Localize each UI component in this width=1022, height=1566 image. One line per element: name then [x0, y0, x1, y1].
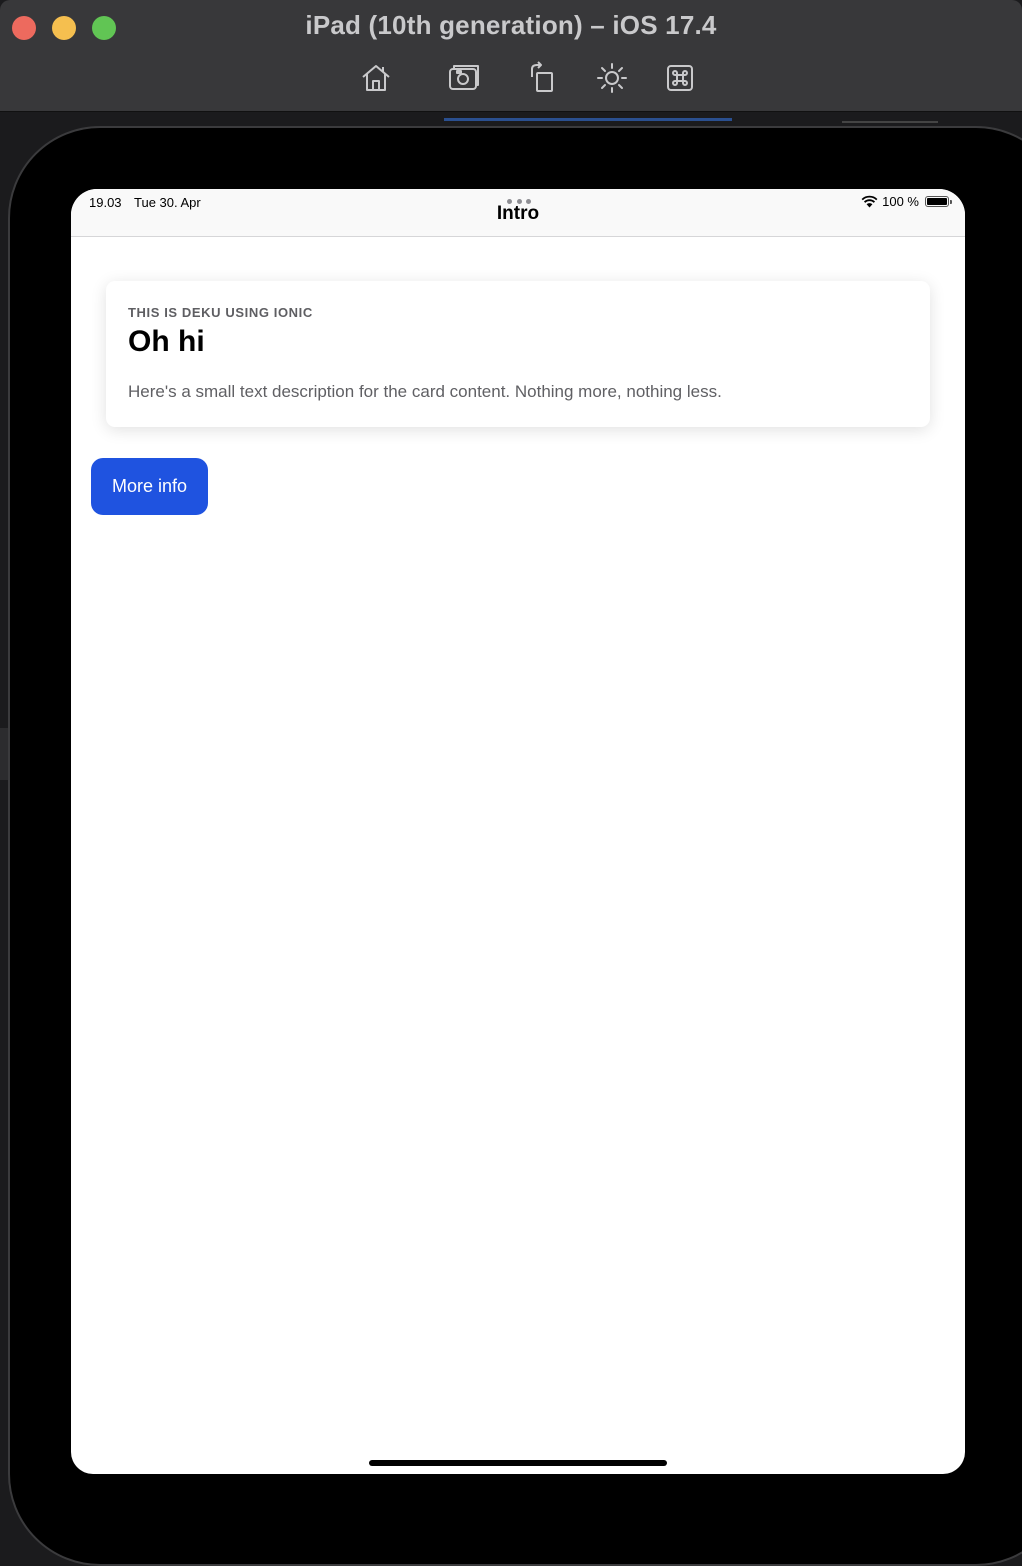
window-title: iPad (10th generation) – iOS 17.4 — [305, 10, 717, 40]
keyboard-shortcuts-button[interactable] — [660, 58, 700, 98]
ipad-screen: 19.03 Tue 30. Apr Intro 100 % THIS IS DE… — [71, 189, 965, 1474]
card-content: Here's a small text description for the … — [128, 382, 722, 401]
appearance-button[interactable] — [592, 58, 632, 98]
screenshot-icon — [449, 65, 479, 90]
battery-icon — [925, 196, 952, 207]
page-title: Intro — [496, 203, 540, 224]
appearance-icon — [597, 63, 627, 93]
simulator-toolbar — [0, 58, 1022, 98]
tab-indicator — [444, 118, 732, 121]
battery-percentage: 100 % — [882, 194, 919, 209]
wifi-icon — [861, 195, 878, 208]
tab-divider — [842, 121, 938, 123]
card-subtitle: THIS IS DEKU USING IONIC — [128, 305, 313, 320]
background-window-strip — [0, 728, 8, 780]
home-indicator[interactable] — [369, 1460, 667, 1466]
home-icon — [362, 65, 390, 91]
home-button[interactable] — [356, 58, 396, 98]
rotate-button[interactable] — [522, 58, 562, 98]
rotate-icon — [531, 61, 553, 92]
command-icon — [667, 65, 693, 91]
more-info-button[interactable]: More info — [91, 458, 208, 515]
app-header: 19.03 Tue 30. Apr Intro 100 % — [71, 189, 965, 237]
status-indicators: 100 % — [861, 194, 952, 209]
simulator-title-bar: iPad (10th generation) – iOS 17.4 — [0, 0, 1022, 112]
screenshot-button[interactable] — [444, 58, 484, 98]
intro-card: THIS IS DEKU USING IONIC Oh hi Here's a … — [106, 281, 930, 427]
card-title: Oh hi — [128, 325, 205, 358]
